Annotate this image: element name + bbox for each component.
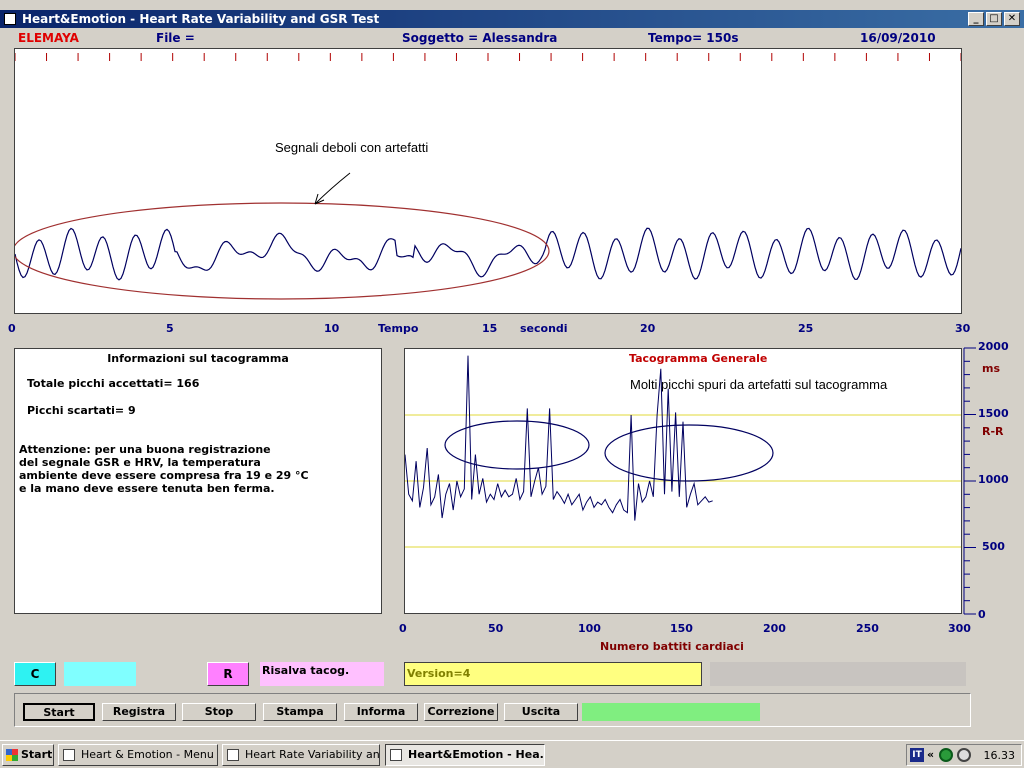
signal-top-ticks [14, 53, 962, 61]
x-tick: 15 [482, 322, 498, 335]
taskbar: Start Heart & Emotion - Menu Heart Rate … [0, 740, 1024, 768]
tachogram-x-label: Numero battiti cardiaci [600, 640, 744, 653]
warning-line: ambiente deve essere compresa fra 19 e 2… [19, 469, 309, 482]
app-icon [4, 13, 16, 25]
version-field: Version=4 [404, 662, 702, 686]
subject-label: Soggetto = Alessandra [402, 31, 558, 45]
informa-button[interactable]: Informa [344, 703, 418, 721]
system-tray: IT « 16.33 [906, 744, 1022, 766]
spike-highlight-1 [444, 420, 590, 470]
app-icon [390, 749, 402, 761]
tachogram-panel: Tacogramma Generale Molti picchi spuri d… [404, 348, 962, 614]
warning-text: Attenzione: per una buona registrazione … [19, 443, 309, 495]
x-tick: 100 [578, 622, 601, 635]
resave-tachogram-field: Risalva tacog. [260, 662, 384, 686]
warning-line: Attenzione: per una buona registrazione [19, 443, 271, 456]
title-bar: Heart&Emotion - Heart Rate Variability a… [0, 10, 1024, 28]
app-icon [227, 749, 239, 761]
c-button[interactable]: C [14, 662, 56, 686]
date-label: 16/09/2010 [860, 31, 936, 45]
x-tick: 200 [763, 622, 786, 635]
y-tick: 500 [982, 540, 1005, 553]
signal-panel: Segnali deboli con artefatti [12, 48, 962, 314]
signal-line [14, 227, 962, 281]
warning-line: del segnale GSR e HRV, la temperatura [19, 456, 261, 469]
signal-annotation: Segnali deboli con artefatti [275, 140, 428, 155]
maximize-button[interactable]: □ [986, 12, 1002, 26]
minimize-button[interactable]: _ [968, 12, 984, 26]
time-label: Tempo= 150s [648, 31, 739, 45]
y-tick: 2000 [978, 340, 1009, 353]
y-tick: 1500 [978, 407, 1009, 420]
windows-logo-icon [6, 749, 18, 761]
artifact-highlight [12, 202, 550, 300]
start-button[interactable]: Start [23, 703, 95, 721]
taskbar-item-hrv[interactable]: Heart Rate Variability an... [222, 744, 380, 766]
y-axis-label: R-R [982, 425, 1004, 438]
warning-line: e la mano deve essere tenuta ben ferma. [19, 482, 275, 495]
r-button[interactable]: R [207, 662, 249, 686]
close-button[interactable]: ✕ [1004, 12, 1020, 26]
spike-highlight-2 [604, 424, 774, 482]
tray-app-icon[interactable] [957, 748, 971, 762]
window-title: Heart&Emotion - Heart Rate Variability a… [22, 12, 380, 26]
network-icon[interactable] [939, 748, 953, 762]
y-tick: 0 [978, 608, 986, 621]
stampa-button[interactable]: Stampa [263, 703, 337, 721]
app-icon [63, 749, 75, 761]
tachogram-annotation: Molti picchi spuri da artefatti sul taco… [630, 377, 888, 392]
accepted-peaks: Totale picchi accettati= 166 [27, 377, 200, 390]
start-label: Start [21, 748, 53, 761]
taskbar-item-label: Heart&Emotion - Hea... [408, 748, 545, 761]
info-panel: Informazioni sul tacogramma Totale picch… [14, 348, 382, 614]
signal-chart: Segnali deboli con artefatti [12, 53, 962, 300]
x-axis-label: Tempo [378, 322, 419, 335]
x-tick: 5 [166, 322, 174, 335]
status-field [710, 662, 966, 686]
x-tick: 20 [640, 322, 656, 335]
x-axis-unit: secondi [520, 322, 568, 335]
x-tick: 300 [948, 622, 971, 635]
info-bar: ELEMAYA File = Soggetto = Alessandra Tem… [0, 31, 1024, 45]
taskbar-item-heart-emotion[interactable]: Heart&Emotion - Hea... [385, 744, 545, 766]
x-tick: 0 [399, 622, 407, 635]
start-menu-button[interactable]: Start [2, 744, 54, 766]
tachogram-y-axis: 2000 ms 1500 R-R 1000 500 0 [962, 340, 1022, 630]
y-tick: 1000 [978, 473, 1009, 486]
x-tick: 0 [8, 322, 16, 335]
taskbar-item-label: Heart & Emotion - Menu [81, 748, 214, 761]
clock: 16.33 [983, 749, 1016, 762]
tachogram-title: Tacogramma Generale [629, 352, 767, 365]
language-indicator[interactable]: IT [910, 748, 924, 762]
discarded-peaks: Picchi scartati= 9 [27, 404, 136, 417]
registra-button[interactable]: Registra [102, 703, 176, 721]
x-tick: 30 [955, 322, 971, 335]
taskbar-item-label: Heart Rate Variability an... [245, 748, 380, 761]
tachogram-x-axis: 0 50 100 150 200 250 300 [0, 622, 1024, 636]
x-tick: 50 [488, 622, 504, 635]
correzione-button[interactable]: Correzione [424, 703, 498, 721]
annotation-arrow [314, 172, 351, 205]
c-indicator [64, 662, 136, 686]
stop-button[interactable]: Stop [182, 703, 256, 721]
brand-label: ELEMAYA [18, 31, 79, 45]
x-tick: 25 [798, 322, 814, 335]
chevron-left-icon[interactable]: « [927, 748, 934, 761]
info-title: Informazioni sul tacogramma [107, 352, 289, 365]
file-label: File = [156, 31, 195, 45]
command-button-group: Start Registra Stop Stampa Informa Corre… [14, 693, 971, 727]
taskbar-item-menu[interactable]: Heart & Emotion - Menu [58, 744, 218, 766]
x-tick: 250 [856, 622, 879, 635]
x-tick: 10 [324, 322, 340, 335]
tachogram-chart: Tacogramma Generale Molti picchi spuri d… [404, 352, 961, 548]
uscita-button[interactable]: Uscita [504, 703, 578, 721]
y-unit: ms [982, 362, 1001, 375]
application-window: Heart&Emotion - Heart Rate Variability a… [0, 0, 1024, 740]
progress-indicator [582, 703, 760, 721]
x-tick: 150 [670, 622, 693, 635]
signal-x-axis: 0 5 10 Tempo 15 secondi 20 25 30 [0, 322, 1024, 336]
